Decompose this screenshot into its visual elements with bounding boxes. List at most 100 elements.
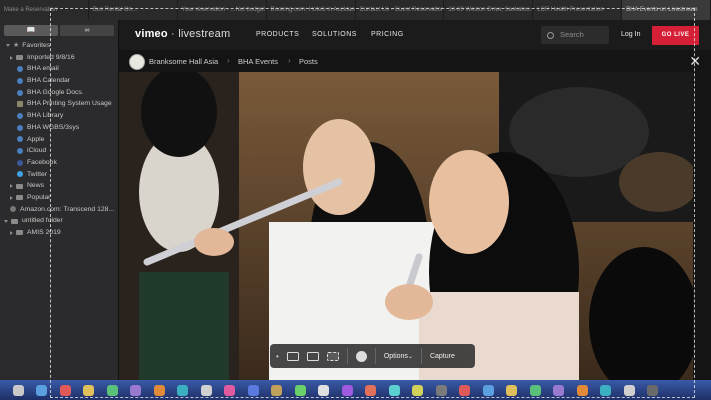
bookmark-item[interactable]: iCloud	[0, 145, 118, 157]
app-icon[interactable]	[318, 384, 329, 396]
breadcrumb-account[interactable]: Branksome Hall Asia	[149, 57, 218, 66]
app-icon[interactable]	[576, 384, 588, 396]
bookmarks-sidebar: 📖 ∞ ★ Favorites Imported 9/8/16 BHA email…	[0, 20, 119, 380]
avatar[interactable]	[129, 54, 145, 70]
site-header: vimeo · livestream PRODUCTS SOLUTIONS PR…	[119, 20, 711, 50]
finder-icon[interactable]	[12, 384, 24, 396]
sidebar-section-untitled[interactable]: untitled folder	[0, 215, 118, 227]
app-icon[interactable]	[482, 384, 494, 396]
dock	[0, 380, 711, 400]
reading-list-button[interactable]: ∞	[60, 24, 114, 36]
app-icon[interactable]	[365, 384, 376, 396]
app-icon[interactable]	[623, 384, 635, 396]
browser-tab[interactable]: Your reservation - ...Not budget Au...	[178, 0, 267, 20]
trash-icon[interactable]	[647, 384, 658, 396]
video-player[interactable]	[119, 72, 693, 382]
bookmark-folder[interactable]: AMIS 2019	[0, 227, 118, 239]
globe-icon	[17, 112, 23, 119]
bookmark-item[interactable]: Apple	[0, 134, 118, 146]
nav-pricing[interactable]: PRICING	[371, 31, 404, 38]
bookmark-item[interactable]: BHA email	[0, 63, 118, 75]
chevron-down-icon: ⌄	[407, 353, 413, 360]
record-icon[interactable]	[355, 350, 367, 362]
capture-button[interactable]: Capture	[430, 353, 455, 360]
chevron-right-icon	[10, 195, 13, 200]
bookmark-item[interactable]: BHA Google Docs.	[0, 87, 118, 99]
close-icon[interactable]: ✕	[689, 53, 701, 70]
breadcrumb-events[interactable]: BHA Events	[238, 57, 278, 66]
browser-tab-active[interactable]: BHA Events on Livestream	[622, 0, 711, 20]
screenshot-capture-toolbar: • Options ⌄ Capture	[270, 344, 475, 368]
bookmark-item[interactable]: BHA WGBS/3sys	[0, 122, 118, 134]
sidebar-section-favorites[interactable]: ★ Favorites	[0, 40, 118, 52]
go-live-button[interactable]: GO LIVE	[652, 26, 699, 45]
vimeo-livestream-logo[interactable]: vimeo · livestream	[135, 28, 230, 40]
bookmark-list: ★ Favorites Imported 9/8/16 BHA email BHA…	[0, 40, 118, 239]
app-icon[interactable]	[388, 384, 400, 396]
globe-icon	[17, 89, 23, 96]
folder-icon	[16, 183, 23, 189]
app-icon[interactable]	[529, 384, 541, 396]
video-frame	[119, 72, 693, 382]
flutist-two-face	[429, 150, 509, 254]
app-icon[interactable]	[294, 384, 306, 396]
app-icon[interactable]	[177, 384, 188, 396]
bookmark-item[interactable]: Facebook	[0, 157, 118, 169]
app-icon[interactable]	[59, 384, 71, 396]
app-icon[interactable]	[600, 384, 611, 396]
bookmark-folder[interactable]: Popular	[0, 192, 118, 204]
search-input[interactable]: Search	[541, 26, 609, 44]
browser-tab[interactable]: Contact Us - Guest Reservations	[356, 0, 445, 20]
bookmark-folder[interactable]: Imported 9/8/16	[0, 52, 118, 64]
folder-icon	[16, 230, 23, 236]
login-link[interactable]: Log In	[621, 31, 640, 38]
app-icon[interactable]	[106, 384, 118, 396]
app-icon[interactable]	[130, 384, 141, 396]
app-icon[interactable]	[153, 384, 165, 396]
nav-products[interactable]: PRODUCTS	[256, 31, 299, 38]
app-icon[interactable]	[36, 384, 47, 396]
capture-window-icon[interactable]	[306, 351, 319, 361]
browser-tab[interactable]: Make a Reservation	[0, 0, 89, 20]
bookmark-item[interactable]: BHA Calendar	[0, 75, 118, 87]
breadcrumb-posts[interactable]: Posts	[299, 57, 318, 66]
bookmarks-view-button[interactable]: 📖	[4, 24, 58, 36]
browser-tab[interactable]: Bus Rental On...	[89, 0, 178, 20]
globe-icon	[17, 136, 23, 143]
book-icon: 📖	[26, 26, 36, 34]
browser-tab[interactable]: LCR Health Presentation	[533, 0, 623, 20]
capture-selection-icon[interactable]	[326, 351, 339, 361]
bookmark-item[interactable]: BHA Library	[0, 110, 118, 122]
globe-icon	[17, 148, 23, 155]
app-icon[interactable]	[506, 384, 517, 396]
bookmark-item[interactable]: BHA Printing System Usage	[0, 98, 118, 110]
bookmark-item[interactable]: Twitter	[0, 169, 118, 181]
page-content: vimeo · livestream PRODUCTS SOLUTIONS PR…	[119, 20, 711, 382]
nav-solutions[interactable]: SOLUTIONS	[312, 31, 357, 38]
bookmark-folder[interactable]: News	[0, 180, 118, 192]
app-icon[interactable]	[247, 384, 259, 396]
app-icon[interactable]	[224, 384, 235, 396]
search-icon	[547, 31, 554, 39]
browser-tab[interactable]: 10-60 Weston Drive, Saskatoo...	[444, 0, 534, 20]
bookmark-item[interactable]: Amazon.com: Transcend 128...	[0, 204, 118, 216]
breadcrumb: Branksome Hall Asia › BHA Events › Posts…	[119, 52, 711, 72]
app-icon[interactable]	[435, 384, 447, 396]
folder-icon	[16, 55, 23, 61]
dot-icon: •	[276, 351, 279, 361]
chevron-right-icon	[10, 55, 13, 60]
globe-icon	[17, 124, 23, 131]
capture-screen-icon[interactable]	[286, 351, 299, 361]
chevron-down-icon	[6, 44, 10, 48]
options-menu[interactable]: Options	[384, 353, 408, 360]
app-icon[interactable]	[412, 384, 423, 396]
app-icon[interactable]	[459, 384, 470, 396]
chevron-right-icon	[10, 230, 13, 235]
app-icon[interactable]	[553, 384, 564, 396]
browser-tab[interactable]: Booking.com: Hotels in Auckland...	[267, 0, 356, 20]
flutist-two-blouse	[419, 292, 579, 382]
app-icon[interactable]	[200, 384, 212, 396]
app-icon[interactable]	[341, 384, 353, 396]
app-icon[interactable]	[271, 384, 282, 396]
app-icon[interactable]	[83, 384, 94, 396]
